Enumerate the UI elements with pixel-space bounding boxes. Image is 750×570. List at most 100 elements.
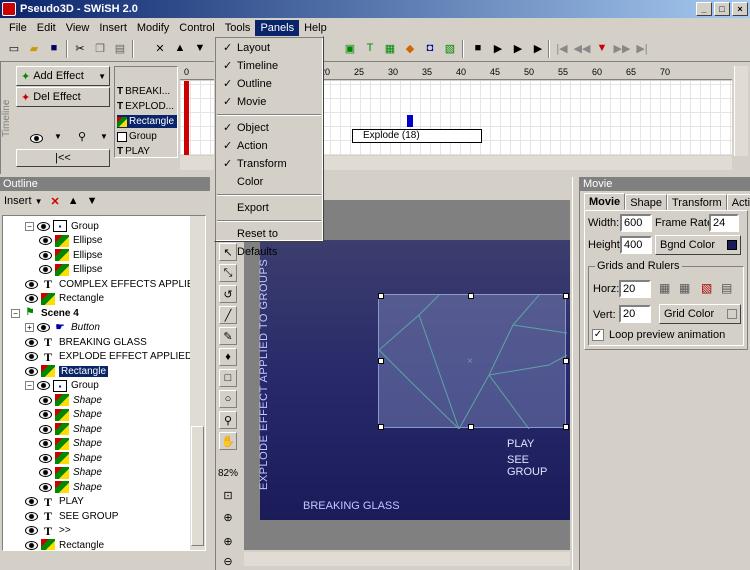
insert-shape-icon[interactable]: ◆ <box>402 40 418 56</box>
new-file-icon[interactable]: ▭ <box>6 40 22 56</box>
move-down-icon[interactable]: ▼ <box>87 195 98 207</box>
prev-frame-icon[interactable]: ◀◀ <box>574 40 591 56</box>
loop-checkbox[interactable]: ✓ <box>592 329 604 341</box>
zoom-out-icon[interactable]: ⊖ <box>219 552 237 570</box>
bgnd-color-button[interactable]: Bgnd Color <box>655 235 741 255</box>
delete-icon[interactable]: ✕ <box>51 195 60 208</box>
collapse-icon[interactable]: − <box>11 308 20 318</box>
collapse-icon[interactable]: − <box>25 221 34 231</box>
rectangle-tool-icon[interactable]: □ <box>219 369 237 387</box>
ruler-icon[interactable]: ▧ <box>701 281 712 295</box>
outline-row[interactable]: T PLAY <box>25 495 84 509</box>
menu-modify[interactable]: Modify <box>132 20 174 36</box>
motion-path-icon[interactable]: ↺ <box>219 285 237 303</box>
panels-menu-item-export[interactable]: Export <box>217 199 321 217</box>
outline-row[interactable]: T BREAKING GLASS <box>25 335 147 349</box>
first-frame-icon[interactable]: |◀ <box>554 40 570 56</box>
visibility-eye-icon[interactable] <box>39 236 52 245</box>
timeline-object-row-selected[interactable]: Rectangle <box>117 115 177 128</box>
zoom-tool-icon[interactable]: ⚲ <box>219 411 237 429</box>
add-effect-button[interactable]: ✦ Add Effect ▼ <box>16 66 110 86</box>
insert-image-icon[interactable]: ▦ <box>382 40 398 56</box>
move-up-icon[interactable]: ▲ <box>172 40 188 56</box>
resize-handle[interactable] <box>563 293 569 299</box>
outline-row[interactable]: T EXPLODE EFFECT APPLIED <box>25 350 192 364</box>
timeline-vscrollbar[interactable] <box>734 66 748 156</box>
stage-hscrollbar[interactable] <box>244 552 570 566</box>
visibility-eye-icon[interactable] <box>39 453 52 463</box>
outline-row[interactable]: Rectangle <box>25 538 104 550</box>
visibility-eye-icon[interactable] <box>25 540 38 550</box>
scroll-thumb[interactable] <box>191 426 204 546</box>
outline-row[interactable]: − ▪ Group <box>25 219 99 233</box>
timeline-object-row[interactable]: T BREAKI... <box>117 85 177 98</box>
outline-tree[interactable]: − ▪ Group Ellipse Ellipse Ellipse T COMPLEX EFF… <box>2 215 206 551</box>
menu-file[interactable]: File <box>4 20 32 36</box>
visibility-eye-icon[interactable] <box>37 381 50 390</box>
visibility-eye-icon[interactable] <box>39 265 52 274</box>
visibility-eye-icon[interactable] <box>39 424 52 434</box>
outline-row[interactable]: Shape <box>39 437 102 451</box>
visibility-eye-icon[interactable] <box>39 250 52 260</box>
menu-view[interactable]: View <box>61 20 95 36</box>
cut-icon[interactable]: ✂ <box>72 40 88 56</box>
menu-tools[interactable]: Tools <box>220 20 256 36</box>
save-icon[interactable]: ■ <box>46 40 62 56</box>
maximize-button[interactable]: □ <box>714 2 730 16</box>
zoom-100-icon[interactable]: ⊕ <box>219 508 237 526</box>
outline-row[interactable]: Rectangle <box>25 364 109 378</box>
selected-rectangle[interactable]: × <box>378 294 567 429</box>
pen-tool-icon[interactable]: ♦ <box>219 348 237 366</box>
insert-text-icon[interactable]: T <box>362 40 378 56</box>
play-scene-icon[interactable]: ▶ <box>510 40 526 56</box>
resize-handle[interactable] <box>468 424 474 430</box>
select-tool-icon[interactable]: ↖ <box>219 243 237 261</box>
panels-menu-item-transform[interactable]: ✓ Transform <box>217 155 321 173</box>
outline-row[interactable]: − ▪ Group <box>25 379 99 393</box>
outline-row[interactable]: Shape <box>39 422 102 436</box>
outline-row[interactable]: T COMPLEX EFFECTS APPLIED <box>25 277 201 291</box>
panels-menu-item-movie[interactable]: ✓ Movie <box>217 93 321 111</box>
outline-row[interactable]: Rectangle <box>25 292 104 306</box>
move-down-icon[interactable]: ▼ <box>192 40 208 56</box>
outline-row[interactable]: Ellipse <box>39 248 102 262</box>
play-icon[interactable]: ▶ <box>490 40 506 56</box>
frame-rate-field[interactable]: 24 <box>709 214 739 232</box>
menu-insert[interactable]: Insert <box>94 20 132 36</box>
resize-handle[interactable] <box>378 424 384 430</box>
snap-grid-icon[interactable]: ▦ <box>679 281 690 295</box>
visibility-eye-icon[interactable] <box>39 410 52 419</box>
loop-preview-option[interactable]: ✓ Loop preview animation <box>592 329 725 341</box>
outline-row[interactable]: T >> <box>25 524 71 538</box>
zoom-fit-icon[interactable]: ⊡ <box>219 486 237 504</box>
insert-button[interactable]: Insert ▼ <box>4 195 43 207</box>
hand-tool-icon[interactable]: ✋ <box>219 432 237 450</box>
visibility-eye-icon[interactable] <box>25 497 38 506</box>
timeline-object-row[interactable]: Group <box>117 130 177 143</box>
copy-icon[interactable]: ❐ <box>92 40 108 56</box>
minimize-button[interactable]: _ <box>696 2 712 16</box>
visibility-eye-icon[interactable] <box>25 294 38 303</box>
panels-menu-item-outline[interactable]: ✓ Outline <box>217 75 321 93</box>
marker-icon[interactable]: ▼ <box>594 40 610 56</box>
visibility-eye-icon[interactable] <box>39 395 52 405</box>
visibility-eye-icon[interactable] <box>30 134 43 143</box>
open-folder-icon[interactable]: ▰ <box>26 40 42 56</box>
panels-menu-item-timeline[interactable]: ✓ Timeline <box>217 57 321 75</box>
see-group-text[interactable]: SEE GROUP <box>507 454 570 478</box>
collapse-icon[interactable]: − <box>25 381 34 390</box>
outline-vscrollbar[interactable] <box>190 216 205 550</box>
visibility-eye-icon[interactable] <box>25 337 38 347</box>
vert-field[interactable]: 20 <box>619 305 651 323</box>
width-field[interactable]: 600 <box>620 214 652 232</box>
expand-icon[interactable]: + <box>25 323 34 332</box>
panels-menu-item-action[interactable]: ✓ Action <box>217 137 321 155</box>
outline-row[interactable]: T SEE GROUP <box>25 509 118 523</box>
play-movie-icon[interactable]: ▶ <box>530 40 546 56</box>
outline-row[interactable]: + ☛ Button <box>25 321 100 335</box>
grid-color-button[interactable]: Grid Color <box>659 304 741 324</box>
height-field[interactable]: 400 <box>620 236 652 254</box>
tab-movie[interactable]: Movie <box>584 193 626 210</box>
insert-scene-icon[interactable]: ▣ <box>342 40 358 56</box>
close-button[interactable]: × <box>732 2 748 16</box>
